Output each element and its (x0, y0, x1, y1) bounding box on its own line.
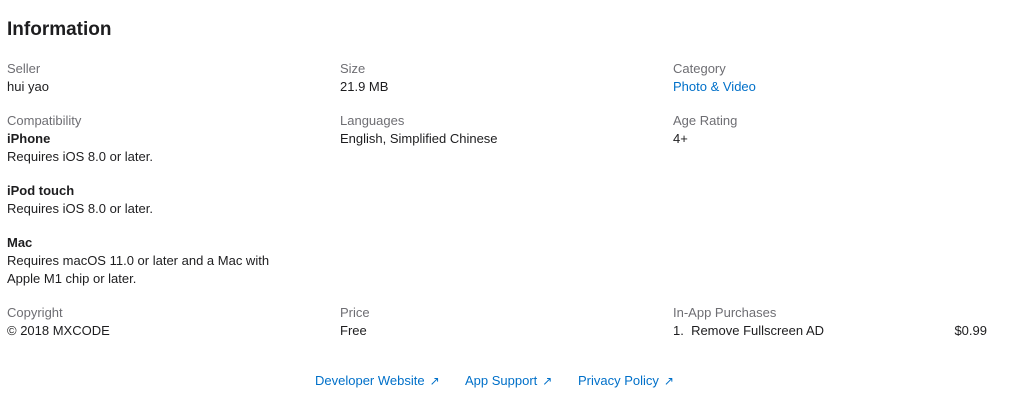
category-link[interactable]: Photo & Video (673, 78, 756, 96)
app-support-label: App Support (465, 373, 538, 388)
category-label: Category (673, 61, 726, 76)
languages-value: English, Simplified Chinese (340, 131, 498, 146)
languages-label: Languages (340, 113, 405, 128)
age-rating-value: 4+ (673, 131, 688, 146)
device-name-mac: Mac (7, 235, 33, 250)
developer-website-link[interactable]: Developer Website ↗ (315, 372, 440, 390)
section-title: Information (7, 19, 112, 40)
copyright-label: Copyright (7, 305, 63, 320)
device-name-ipod: iPod touch (7, 183, 75, 198)
languages-info: Languages English, Simplified Chinese (340, 112, 498, 148)
in-app-purchases-label: In-App Purchases (673, 305, 777, 320)
seller-value: hui yao (7, 79, 49, 94)
external-link-icon: ↗ (429, 374, 440, 388)
seller-label: Seller (7, 61, 41, 76)
price-info: Price Free (340, 304, 370, 340)
copyright-value: © 2018 MXCODE (7, 323, 110, 338)
device-requirement-ipod: Requires iOS 8.0 or later. (7, 201, 153, 216)
price-label: Price (340, 305, 370, 320)
privacy-policy-link[interactable]: Privacy Policy ↗ (578, 372, 674, 390)
device-requirement-mac-line2: Apple M1 chip or later. (7, 271, 137, 286)
in-app-purchase-price: $0.99 (954, 323, 987, 338)
in-app-purchases-info: In-App Purchases 1. Remove Fullscreen AD… (673, 304, 987, 340)
external-link-icon: ↗ (663, 374, 674, 388)
age-rating-info: Age Rating 4+ (673, 112, 737, 148)
privacy-policy-label: Privacy Policy (578, 373, 659, 388)
in-app-purchase-item: 1. Remove Fullscreen AD $0.99 (673, 322, 987, 340)
in-app-purchase-name: 1. Remove Fullscreen AD (673, 323, 825, 338)
category-info: Category Photo & Video (673, 60, 756, 96)
developer-website-label: Developer Website (315, 373, 425, 388)
external-link-icon: ↗ (542, 374, 553, 388)
age-rating-label: Age Rating (673, 113, 738, 128)
device-requirement-mac-line1: Requires macOS 11.0 or later and a Mac w… (7, 253, 270, 268)
seller-info: Seller hui yao (7, 60, 49, 96)
compatibility-info: Compatibility iPhone Requires iOS 8.0 or… (7, 112, 269, 288)
app-support-link[interactable]: App Support ↗ (465, 372, 552, 390)
size-value: 21.9 MB (340, 79, 389, 94)
device-name-iphone: iPhone (7, 131, 51, 146)
compatibility-label: Compatibility (7, 113, 82, 128)
price-value: Free (340, 323, 367, 338)
size-info: Size 21.9 MB (340, 60, 388, 96)
size-label: Size (340, 61, 366, 76)
copyright-info: Copyright © 2018 MXCODE (7, 304, 110, 340)
device-requirement-iphone: Requires iOS 8.0 or later. (7, 149, 153, 164)
